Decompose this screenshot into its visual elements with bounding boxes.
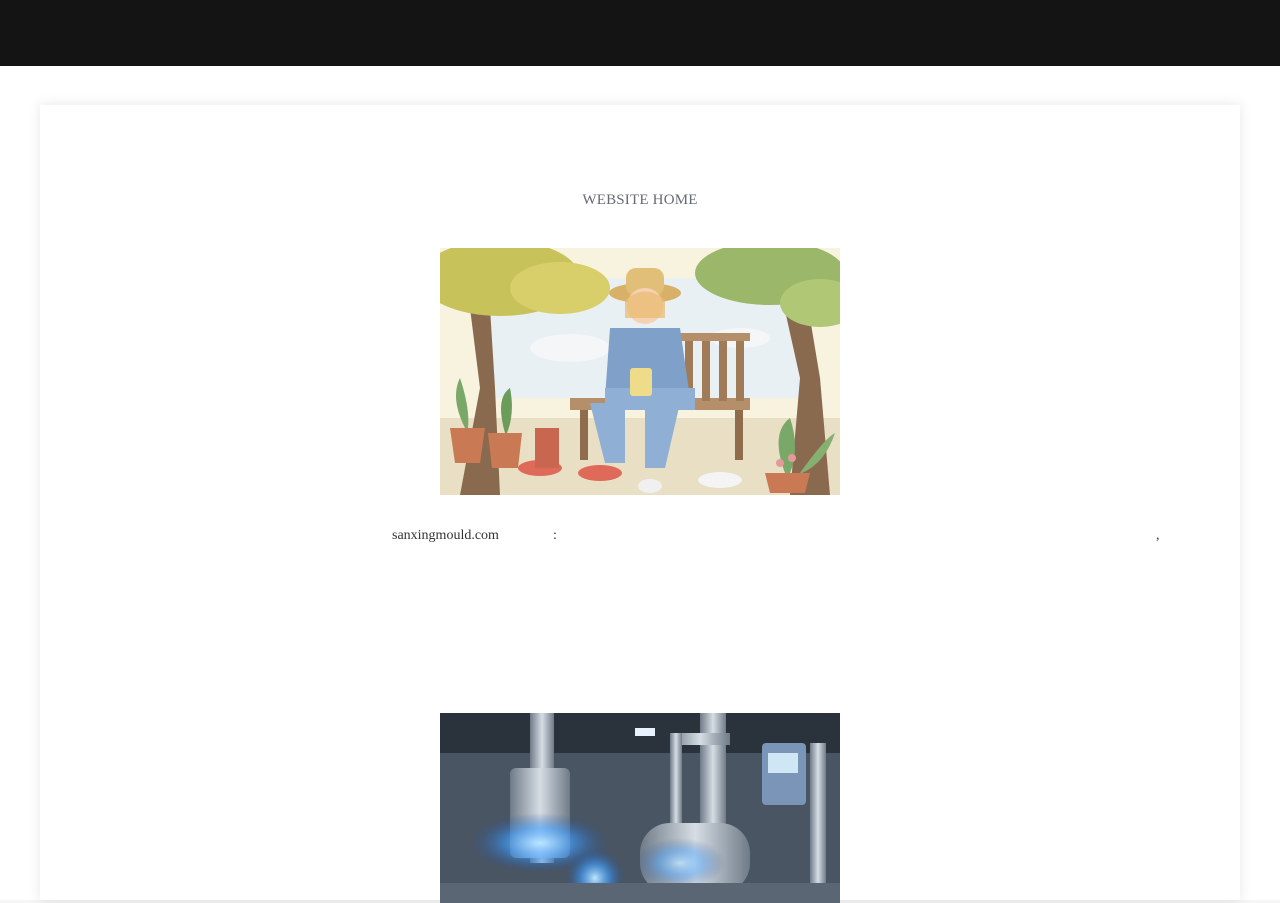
caption-colon: : [553,528,557,543]
top-header-bar [0,0,1280,66]
hero-illustration-image [440,248,840,495]
caption-site-name: sanxingmould.com [392,528,499,543]
caption-comma: , [1156,528,1160,543]
industrial-machinery-image [440,713,840,903]
website-home-link[interactable]: WEBSITE HOME [40,192,1240,209]
content-card: WEBSITE HOME sanxingmould.com: , [40,105,1240,903]
